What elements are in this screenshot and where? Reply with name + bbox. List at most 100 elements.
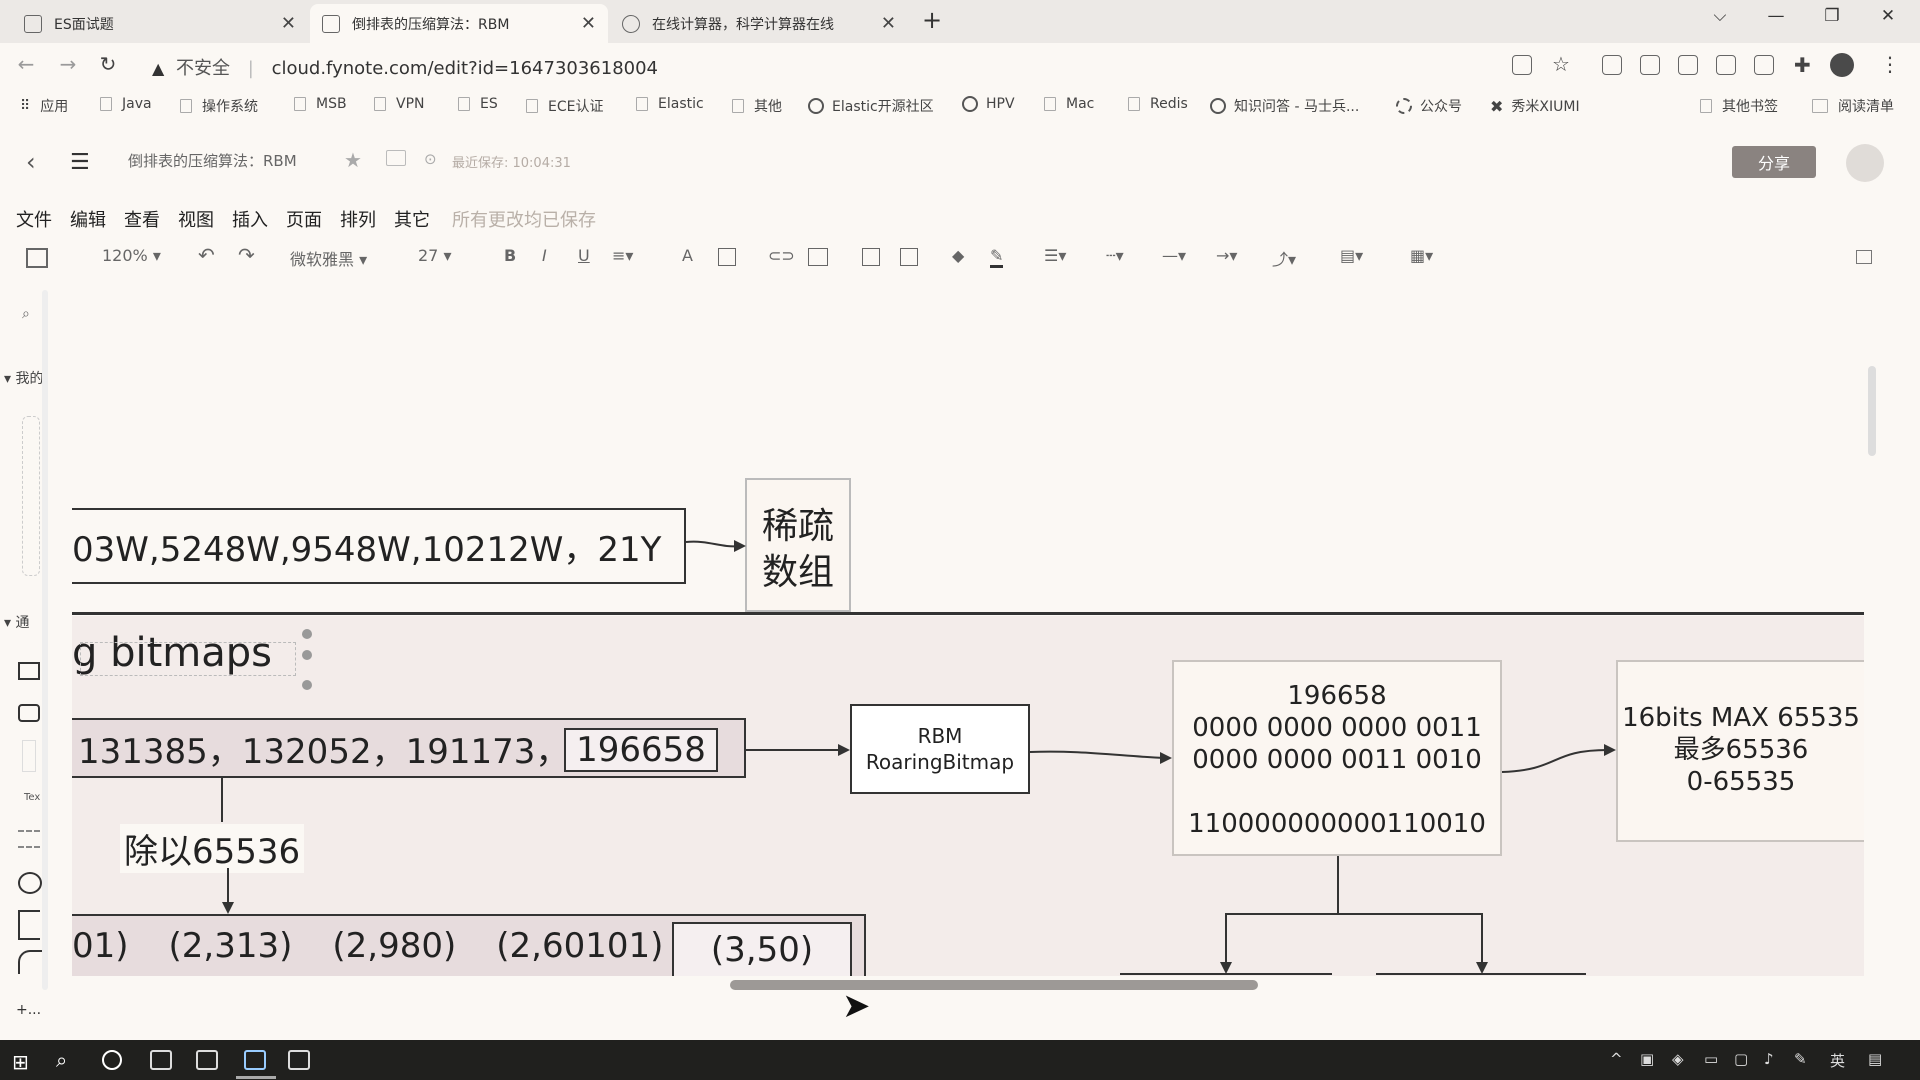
bookmark-item[interactable]: HPV — [962, 96, 1015, 112]
bookmark-item[interactable]: 操作系统 — [180, 96, 258, 116]
font-color-button[interactable]: A — [682, 246, 693, 265]
bookmark-item[interactable]: Elastic — [636, 96, 704, 112]
new-tab-button[interactable]: + — [922, 6, 942, 34]
extension-icon[interactable] — [1678, 55, 1698, 75]
puzzle-icon[interactable]: ✚ — [1794, 53, 1811, 77]
menu-file[interactable]: 文件 — [16, 206, 52, 232]
table-icon[interactable]: ▦▾ — [1410, 246, 1433, 265]
horizontal-scrollbar[interactable] — [730, 980, 1258, 990]
link-icon[interactable]: ⊂⊃ — [768, 246, 795, 265]
hamburger-icon[interactable]: ☰ — [70, 150, 90, 175]
user-avatar[interactable] — [1846, 144, 1884, 182]
max-bits-note[interactable]: 16bits MAX 65535 最多65536 0-65535 — [1616, 660, 1864, 842]
bookmark-item[interactable]: Java — [100, 96, 152, 112]
address-field[interactable]: ▲ 不安全 | cloud.fynote.com/edit?id=1647303… — [152, 54, 658, 80]
undo-icon[interactable]: ↶ — [198, 243, 215, 267]
star-icon[interactable]: ☆ — [1552, 52, 1570, 76]
extension-icon[interactable] — [1602, 55, 1622, 75]
rbm-box[interactable]: RBM RoaringBitmap — [850, 704, 1030, 794]
pen-icon[interactable]: ✎ — [1794, 1050, 1807, 1068]
text-block-shape[interactable] — [22, 740, 36, 772]
line-dash-icon[interactable]: ┄▾ — [1106, 246, 1124, 265]
avatar[interactable] — [1830, 53, 1854, 77]
underline-button[interactable]: U — [578, 246, 590, 265]
line-weight-icon[interactable]: ☰▾ — [1044, 246, 1066, 265]
zoom-select[interactable]: 120% ▾ — [102, 246, 161, 265]
ellipse-shape[interactable] — [18, 872, 42, 894]
bookmark-item[interactable]: Elastic开源社区 — [808, 96, 934, 116]
bookmark-item[interactable]: Mac — [1044, 96, 1094, 112]
restore-button[interactable]: ❐ — [1812, 6, 1852, 26]
forward-icon[interactable]: → — [54, 52, 82, 76]
bookmark-item[interactable]: ✖ 秀米XIUMI — [1490, 96, 1580, 116]
star-icon[interactable]: ★ — [344, 148, 362, 172]
share-button[interactable]: 分享 — [1732, 146, 1816, 178]
ime-indicator[interactable]: 英 — [1830, 1050, 1845, 1071]
number-list-box[interactable]: 03W,5248W,9548W,10212W，21Y — [72, 508, 686, 584]
bookmark-item[interactable]: ECE认证 — [526, 96, 603, 116]
cortana-icon[interactable] — [102, 1050, 122, 1070]
binary-note[interactable]: 196658 0000 0000 0000 0011 0000 0000 001… — [1172, 660, 1502, 856]
resize-handle[interactable] — [302, 680, 312, 690]
search-icon[interactable]: ⌕ — [56, 1048, 67, 1072]
rectangle-shape[interactable] — [18, 662, 40, 680]
bring-front-icon[interactable] — [862, 248, 880, 266]
panel-toggle-icon[interactable] — [1856, 250, 1872, 264]
arc-shape[interactable] — [18, 950, 42, 974]
bookmark-other[interactable]: 其他书签 — [1700, 96, 1778, 116]
divide-label[interactable]: 除以65536 — [120, 824, 305, 873]
menu-arrange[interactable]: 排列 — [340, 206, 376, 232]
document-title[interactable]: 倒排表的压缩算法：RBM — [128, 150, 297, 171]
line-style-icon[interactable]: —▾ — [1162, 246, 1186, 265]
section-my-shapes[interactable]: ▾ 我的 — [4, 368, 43, 388]
heading-shape[interactable] — [18, 830, 40, 848]
close-icon[interactable]: ✕ — [581, 13, 596, 34]
image-icon[interactable] — [808, 248, 828, 266]
tray-expand-icon[interactable]: ^ — [1610, 1050, 1623, 1068]
vertical-scrollbar[interactable] — [1868, 366, 1876, 456]
my-shapes-dropzone[interactable] — [22, 416, 40, 576]
task-view-icon[interactable] — [150, 1050, 172, 1070]
tray-icon[interactable]: ◈ — [1672, 1050, 1684, 1068]
bookmark-item[interactable]: 公众号 — [1396, 96, 1462, 116]
extension-icon[interactable] — [1716, 55, 1736, 75]
back-icon[interactable]: ← — [12, 52, 40, 76]
highlighted-docid-box[interactable]: 196658 — [564, 728, 718, 772]
rounded-rectangle-shape[interactable] — [18, 704, 40, 722]
network-icon[interactable]: ▢ — [1734, 1050, 1748, 1068]
notification-icon[interactable]: ▤ — [1868, 1050, 1882, 1068]
menu-edit[interactable]: 编辑 — [70, 206, 106, 232]
menu-viewport[interactable]: 视图 — [178, 206, 214, 232]
redo-icon[interactable]: ↷ — [238, 243, 255, 267]
tab-es-interview[interactable]: ES面试题 ✕ — [12, 4, 308, 43]
section-general[interactable]: ▾ 通 — [4, 612, 29, 632]
more-shapes-button[interactable]: +... — [16, 1002, 41, 1018]
resize-handle[interactable] — [302, 650, 312, 660]
folder-icon[interactable] — [386, 150, 406, 166]
extension-icon[interactable] — [1754, 55, 1774, 75]
send-back-icon[interactable] — [900, 248, 918, 266]
bookmark-item[interactable]: 知识问答 - 马士兵... — [1210, 96, 1359, 116]
sparse-array-note[interactable]: 稀疏 数组 — [745, 478, 851, 612]
reading-list[interactable]: 阅读清单 — [1812, 96, 1894, 116]
menu-view[interactable]: 查看 — [124, 206, 160, 232]
resize-handle[interactable] — [302, 629, 312, 639]
font-size-select[interactable]: 27 ▾ — [418, 246, 451, 265]
share-icon[interactable] — [1512, 55, 1532, 75]
close-icon[interactable]: ✕ — [281, 13, 296, 34]
align-icon[interactable]: ≡▾ — [612, 246, 633, 265]
menu-page[interactable]: 页面 — [286, 206, 322, 232]
more-icon[interactable]: ⋮ — [1880, 52, 1900, 76]
bookmark-apps[interactable]: ⠿ 应用 — [20, 96, 68, 116]
menu-other[interactable]: 其它 — [394, 206, 430, 232]
extension-icon[interactable] — [1640, 55, 1660, 75]
arrow-style-icon[interactable]: →▾ — [1216, 246, 1237, 265]
italic-button[interactable]: I — [542, 246, 547, 265]
bookmark-item[interactable]: ES — [458, 96, 498, 112]
tab-search-icon[interactable]: ⌵ — [1700, 6, 1740, 26]
tab-rbm[interactable]: 倒排表的压缩算法：RBM ✕ — [310, 4, 608, 43]
volume-icon[interactable]: ♪ — [1764, 1050, 1774, 1068]
bookmark-item[interactable]: VPN — [374, 96, 425, 112]
layout-panel-icon[interactable] — [26, 248, 48, 268]
windows-start-icon[interactable]: ⊞ — [12, 1050, 29, 1074]
